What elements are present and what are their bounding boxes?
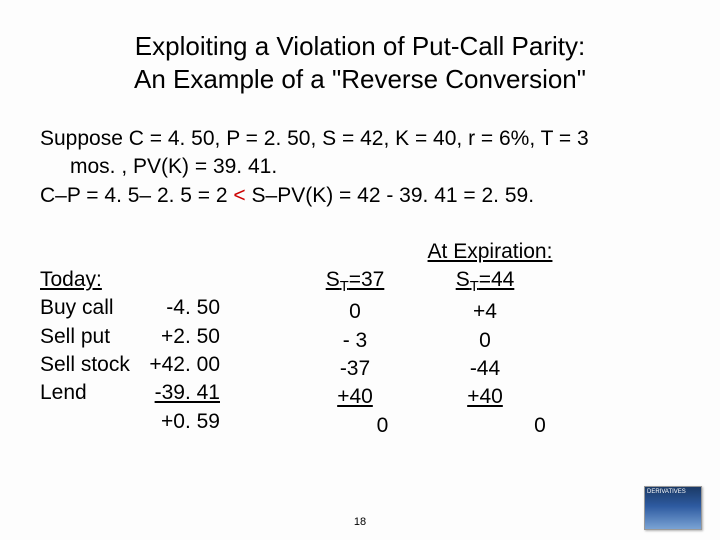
- textbook-thumbnail-icon: DERIVATIVES: [644, 486, 702, 530]
- given-line1: Suppose C = 4. 50, P = 2. 50, S = 42, K …: [40, 127, 589, 150]
- title-line2: An Example of a "Reverse Conversion": [134, 64, 586, 94]
- given-block: Suppose C = 4. 50, P = 2. 50, S = 42, K …: [40, 125, 680, 210]
- today-row: Sell stock+42. 00: [40, 351, 300, 379]
- relation-left: C–P = 4. 5– 2. 5 = 2: [40, 184, 233, 207]
- given-line1-cont: mos. , PV(K) = 39. 41.: [40, 153, 680, 181]
- exp-row: +40+40: [300, 383, 680, 411]
- today-column: Today: Buy call-4. 50 Sell put+2. 50 Sel…: [40, 238, 300, 440]
- today-row: Sell put+2. 50: [40, 323, 300, 351]
- page-number: 18: [0, 516, 720, 528]
- relation-right: S–PV(K) = 42 - 39. 41 = 2. 59.: [246, 184, 534, 207]
- exp-row: -37-44: [300, 355, 680, 383]
- exp-col1-head: ST=37: [300, 266, 410, 298]
- exp-row: - 30: [300, 327, 680, 355]
- expiration-header: At Expiration:: [300, 238, 680, 266]
- exp-row: 0+4: [300, 298, 680, 326]
- title-line1: Exploiting a Violation of Put-Call Parit…: [135, 31, 585, 61]
- today-header: Today:: [40, 266, 140, 294]
- today-row: Lend-39. 41: [40, 379, 300, 407]
- exp-totals: 0 0: [300, 412, 680, 440]
- less-than-symbol: <: [233, 184, 245, 207]
- today-row: Buy call-4. 50: [40, 294, 300, 322]
- slide-title: Exploiting a Violation of Put-Call Parit…: [70, 30, 650, 95]
- today-total: +0. 59: [40, 408, 300, 436]
- exp-col2-head: ST=44: [410, 266, 560, 298]
- expiration-column: At Expiration: ST=37 ST=44 0+4 - 30 -37-…: [300, 238, 680, 440]
